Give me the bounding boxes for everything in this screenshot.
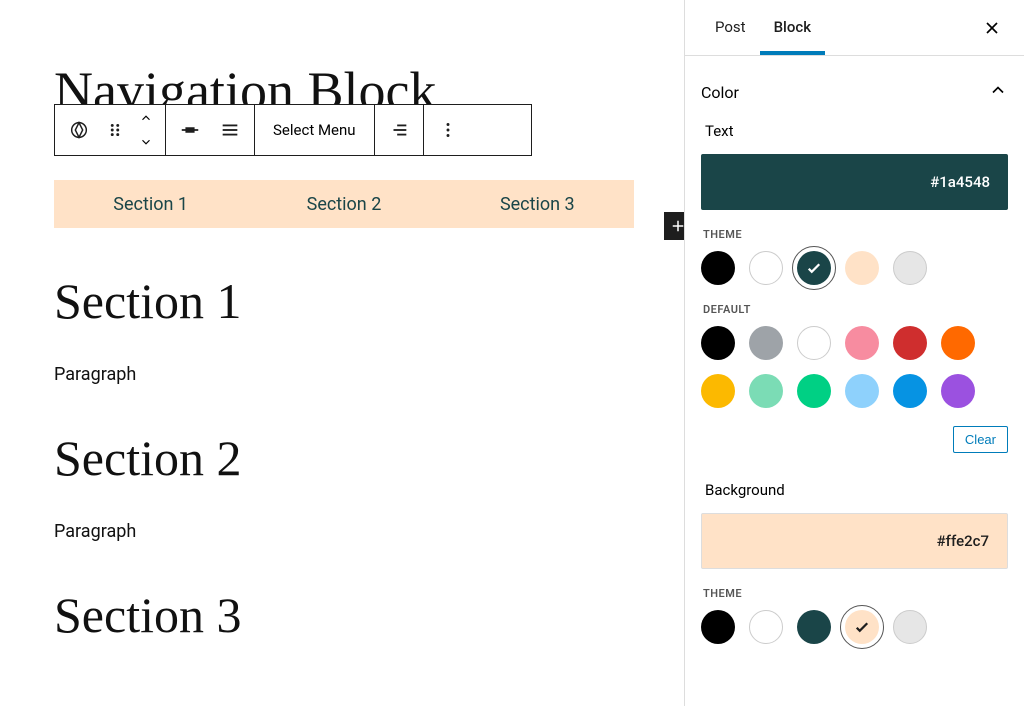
background-color-label: Background — [701, 469, 1008, 513]
nav-item[interactable]: Section 3 — [500, 194, 575, 215]
section-heading[interactable]: Section 3 — [54, 586, 674, 644]
more-options-button[interactable] — [428, 106, 468, 154]
color-swatch[interactable] — [845, 374, 879, 408]
color-swatch[interactable] — [797, 610, 831, 644]
section-heading[interactable]: Section 1 — [54, 272, 674, 330]
color-swatch[interactable] — [845, 326, 879, 360]
toolbar-group-menu: Select Menu — [255, 105, 375, 155]
color-swatch[interactable] — [749, 326, 783, 360]
move-down-button[interactable] — [131, 130, 161, 154]
color-panel: Color Text #1a4548 THEME DEFAULT Clear B… — [685, 56, 1024, 670]
block-movers — [131, 106, 161, 154]
paragraph-block[interactable]: Paragraph — [54, 521, 674, 542]
block-type-button[interactable] — [59, 106, 99, 154]
text-theme-swatches — [701, 251, 1008, 303]
text-default-swatches — [701, 326, 1008, 426]
color-swatch[interactable] — [749, 251, 783, 285]
color-swatch[interactable] — [941, 374, 975, 408]
close-sidebar-button[interactable] — [976, 12, 1008, 44]
color-swatch[interactable] — [701, 326, 735, 360]
toolbar-group-block — [55, 105, 166, 155]
toolbar-group-indent — [375, 105, 424, 155]
color-swatch[interactable] — [701, 610, 735, 644]
nav-item[interactable]: Section 1 — [113, 194, 188, 215]
tab-block[interactable]: Block — [760, 0, 825, 55]
color-swatch[interactable] — [893, 374, 927, 408]
color-swatch[interactable] — [701, 251, 735, 285]
color-swatch[interactable] — [845, 610, 879, 644]
editor-canvas: Navigation Block — [0, 0, 684, 706]
navigation-block[interactable]: Section 1 Section 2 Section 3 — [54, 180, 674, 228]
select-menu-button[interactable]: Select Menu — [259, 106, 370, 154]
toolbar-group-align — [166, 105, 255, 155]
paragraph-block[interactable]: Paragraph — [54, 364, 674, 385]
color-swatch[interactable] — [941, 326, 975, 360]
color-swatch[interactable] — [797, 326, 831, 360]
color-swatch[interactable] — [749, 610, 783, 644]
section-heading[interactable]: Section 2 — [54, 429, 674, 487]
block-toolbar: Select Menu — [54, 104, 532, 156]
settings-sidebar: Post Block Color Text #1a4548 THEME DEFA… — [684, 0, 1024, 706]
clear-text-color-button[interactable]: Clear — [953, 426, 1008, 453]
sidebar-tabs: Post Block — [685, 0, 1024, 56]
text-color-label: Text — [701, 120, 1008, 154]
color-swatch[interactable] — [797, 251, 831, 285]
text-color-input[interactable]: #1a4548 — [701, 154, 1008, 210]
align-button[interactable] — [170, 106, 210, 154]
color-swatch[interactable] — [797, 374, 831, 408]
theme-label: THEME — [701, 228, 1008, 251]
tab-post[interactable]: Post — [701, 0, 760, 55]
default-label: DEFAULT — [701, 303, 1008, 326]
justify-button[interactable] — [210, 106, 250, 154]
chevron-up-icon — [988, 80, 1008, 104]
drag-handle-icon[interactable] — [99, 106, 131, 154]
panel-title: Color — [701, 83, 739, 102]
add-block-button[interactable] — [664, 212, 684, 240]
color-swatch[interactable] — [749, 374, 783, 408]
color-swatch[interactable] — [893, 610, 927, 644]
indent-button[interactable] — [379, 106, 419, 154]
color-panel-toggle[interactable]: Color — [701, 72, 1008, 120]
background-color-input[interactable]: #ffe2c7 — [701, 513, 1008, 569]
color-swatch[interactable] — [893, 326, 927, 360]
toolbar-group-more — [424, 105, 472, 155]
color-swatch[interactable] — [701, 374, 735, 408]
color-swatch[interactable] — [845, 251, 879, 285]
nav-item[interactable]: Section 2 — [307, 194, 382, 215]
background-theme-swatches — [701, 610, 1008, 662]
move-up-button[interactable] — [131, 106, 161, 130]
color-swatch[interactable] — [893, 251, 927, 285]
